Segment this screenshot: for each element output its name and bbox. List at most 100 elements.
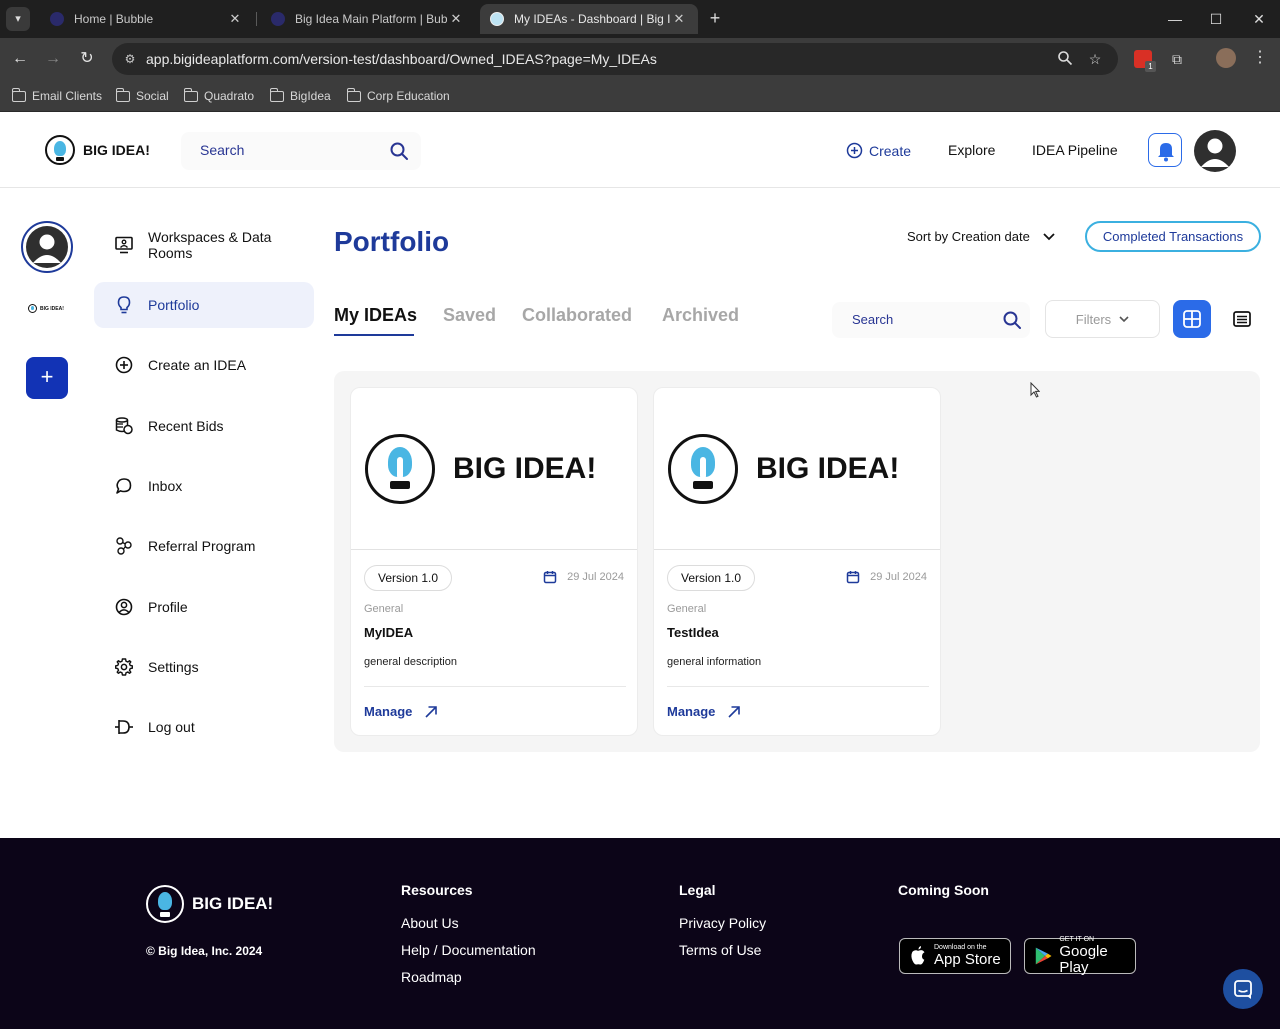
- tab-my-ideas[interactable]: My IDEAs: [334, 305, 417, 326]
- new-tab-button[interactable]: +: [704, 8, 726, 30]
- sort-dropdown[interactable]: Sort by Creation date: [907, 229, 1056, 244]
- manage-label: Manage: [667, 704, 716, 719]
- bookmark-star-icon[interactable]: ☆: [1086, 50, 1104, 68]
- list-view-button[interactable]: [1230, 307, 1254, 331]
- idea-logo-text: BIG IDEA!: [756, 452, 900, 485]
- sidebar-item-settings[interactable]: Settings: [94, 644, 314, 690]
- back-icon[interactable]: ←: [8, 48, 32, 70]
- sidebar-item-create-idea[interactable]: Create an IDEA: [94, 342, 314, 388]
- sidebar-item-label: Settings: [148, 659, 199, 675]
- rail-workspace-logo[interactable]: BIG IDEA!: [28, 304, 64, 313]
- roadmap-link[interactable]: Roadmap: [401, 969, 462, 985]
- sidebar-item-portfolio[interactable]: Portfolio: [94, 282, 314, 328]
- close-tab-icon[interactable]: ✕: [447, 11, 465, 27]
- gear-icon: [115, 658, 133, 676]
- grid-view-button[interactable]: [1173, 300, 1211, 338]
- sidebar-item-label: Referral Program: [148, 538, 256, 554]
- browser-tab-my-ideas[interactable]: My IDEAs - Dashboard | Big Idea ✕: [480, 4, 698, 34]
- sort-label: Sort by Creation date: [907, 229, 1030, 244]
- filters-label: Filters: [1075, 311, 1112, 327]
- sidebar-item-profile[interactable]: Profile: [94, 584, 314, 630]
- idea-name: TestIdea: [667, 625, 719, 640]
- bookmark-corp-education[interactable]: Corp Education: [346, 87, 450, 105]
- manage-link[interactable]: Manage: [364, 704, 438, 719]
- sidebar-item-workspaces[interactable]: Workspaces & Data Rooms: [94, 222, 314, 268]
- bookmarks-bar: Email Clients Social Quadrato BigIdea Co…: [0, 80, 1280, 112]
- folder-icon: [183, 87, 198, 102]
- arrow-up-right-icon: [728, 705, 741, 718]
- sidebar-item-inbox[interactable]: Inbox: [94, 463, 314, 509]
- completed-transactions-button[interactable]: Completed Transactions: [1085, 221, 1261, 252]
- lightbulb-icon: [117, 296, 131, 314]
- forward-icon[interactable]: →: [41, 48, 65, 70]
- terms-of-use-link[interactable]: Terms of Use: [679, 942, 761, 958]
- bookmark-quadrato[interactable]: Quadrato: [183, 87, 254, 105]
- coins-icon: [115, 417, 133, 435]
- sidebar-item-recent-bids[interactable]: Recent Bids: [94, 403, 314, 449]
- bookmark-email-clients[interactable]: Email Clients: [11, 87, 102, 105]
- tab-search-button[interactable]: ▾: [6, 7, 30, 31]
- footer-logo[interactable]: BIG IDEA!: [146, 885, 273, 923]
- bell-icon: [1158, 143, 1174, 162]
- url-text: app.bigideaplatform.com/version-test/das…: [146, 51, 657, 67]
- google-play-badge[interactable]: GET IT ON Google Play: [1024, 936, 1136, 976]
- search-icon[interactable]: [389, 141, 409, 161]
- maximize-icon[interactable]: ☐: [1201, 8, 1231, 30]
- close-window-icon[interactable]: ✕: [1244, 8, 1274, 30]
- referral-icon: [116, 537, 132, 555]
- sidebar-item-label: Inbox: [148, 478, 183, 494]
- about-us-link[interactable]: About Us: [401, 915, 459, 931]
- create-link[interactable]: Create: [846, 142, 911, 159]
- profile-avatar[interactable]: [1216, 48, 1236, 68]
- search-icon[interactable]: [1002, 310, 1022, 330]
- tab-archived[interactable]: Archived: [662, 305, 739, 326]
- close-tab-icon[interactable]: ✕: [226, 11, 244, 27]
- manage-link[interactable]: Manage: [667, 704, 741, 719]
- idea-name: MyIDEA: [364, 625, 414, 640]
- extension-icon[interactable]: 1: [1134, 50, 1156, 72]
- extensions-puzzle-icon[interactable]: ⧉: [1168, 50, 1186, 68]
- rail-add-button[interactable]: +: [26, 357, 68, 399]
- bookmark-social[interactable]: Social: [115, 87, 169, 105]
- header-logo[interactable]: BIG IDEA!: [45, 135, 150, 165]
- sidebar-item-referral[interactable]: Referral Program: [94, 523, 314, 569]
- portfolio-search-input[interactable]: Search: [832, 302, 1030, 338]
- browser-tab-big-idea-bubble[interactable]: Big Idea Main Platform | Bubble ✕: [261, 4, 475, 34]
- folder-icon: [269, 87, 284, 102]
- site-info-icon[interactable]: ⚙: [122, 51, 138, 67]
- search-placeholder: Search: [200, 142, 245, 158]
- support-chat-button[interactable]: [1223, 969, 1263, 1009]
- folder-icon: [346, 87, 361, 102]
- search-placeholder: Search: [852, 312, 894, 327]
- explore-link[interactable]: Explore: [948, 142, 995, 158]
- filters-dropdown[interactable]: Filters: [1045, 300, 1160, 338]
- user-avatar[interactable]: [1194, 130, 1236, 172]
- app-store-badge[interactable]: Download on the App Store: [899, 938, 1011, 974]
- idea-pipeline-link[interactable]: IDEA Pipeline: [1032, 142, 1118, 158]
- tab-saved[interactable]: Saved: [443, 305, 496, 326]
- help-documentation-link[interactable]: Help / Documentation: [401, 942, 536, 958]
- apple-icon: [911, 946, 925, 965]
- sidebar-item-logout[interactable]: Log out: [94, 704, 314, 750]
- chevron-down-icon: [1043, 232, 1055, 240]
- arrow-up-right-icon: [425, 705, 438, 718]
- zoom-icon[interactable]: [1056, 50, 1074, 68]
- resources-heading: Resources: [401, 882, 473, 898]
- browser-tab-home-bubble[interactable]: Home | Bubble ✕: [40, 4, 254, 34]
- privacy-policy-link[interactable]: Privacy Policy: [679, 915, 766, 931]
- minimize-icon[interactable]: —: [1160, 8, 1190, 30]
- idea-card[interactable]: BIG IDEA! Version 1.0 29 Jul 2024 Genera…: [350, 387, 638, 736]
- idea-card[interactable]: BIG IDEA! Version 1.0 29 Jul 2024 Genera…: [653, 387, 941, 736]
- idea-date: 29 Jul 2024: [543, 570, 624, 584]
- header-search-input[interactable]: Search: [181, 132, 421, 170]
- bookmark-bigidea[interactable]: BigIdea: [269, 87, 331, 105]
- reload-icon[interactable]: ↻: [75, 48, 99, 70]
- rail-user-avatar[interactable]: [21, 221, 73, 273]
- close-tab-icon[interactable]: ✕: [670, 11, 688, 27]
- notifications-button[interactable]: [1148, 133, 1182, 167]
- browser-menu-icon[interactable]: ⋮: [1252, 48, 1268, 68]
- calendar-icon: [543, 571, 557, 584]
- active-tab-underline: [334, 334, 414, 336]
- url-field[interactable]: ⚙ app.bigideaplatform.com/version-test/d…: [112, 43, 1118, 75]
- tab-collaborated[interactable]: Collaborated: [522, 305, 632, 326]
